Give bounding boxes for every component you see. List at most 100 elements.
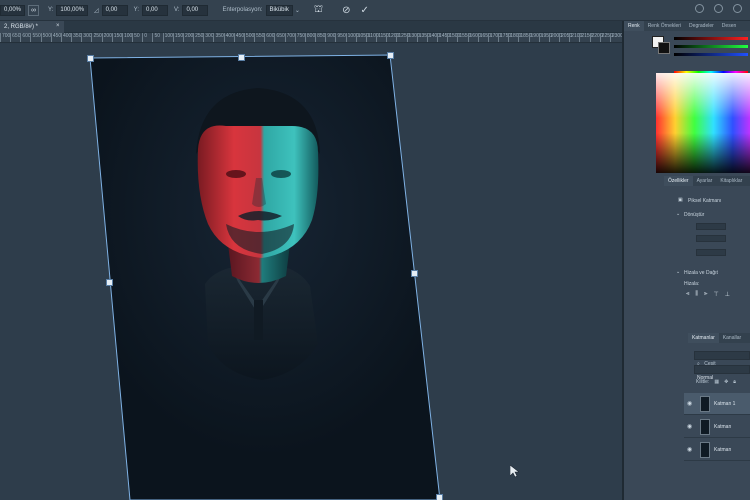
x-field[interactable]: 0,00% [0,4,26,16]
ruler-tick: 600 [264,33,275,42]
layers-tabs: Katmanlar Kanallar [688,333,750,343]
handle-top-right[interactable] [387,52,394,59]
handle-middle-right[interactable] [411,270,418,277]
ruler-tick: 200 [182,33,193,42]
blue-slider[interactable] [674,53,748,56]
color-panel-tabs: Renk Renk Örnekleri Degradeler Desen [624,21,750,31]
lock-label: Kilitle: [696,379,710,385]
ruler-tick: 250 [193,33,203,42]
align-top-icon[interactable]: ⊤ [714,291,719,298]
align-middle-icon[interactable]: ⊥ [725,291,730,298]
lock-all-icon[interactable]: 🔒︎ [733,379,736,385]
ruler-tick: 650 [274,33,285,42]
layer-thumbnail [700,396,710,412]
interpolation-label: Enterpolasyon: [222,7,263,13]
ruler-tick: 50 [152,33,160,42]
document-tab[interactable]: 2, RGB/8#) * [0,21,64,33]
ruler-tick: 500 [40,33,51,42]
background-swatch[interactable] [658,42,670,54]
ruler-tick: 400 [60,33,71,42]
height-field[interactable] [696,235,726,242]
right-panel: Renk Renk Örnekleri Degradeler Desen Öze… [622,21,750,500]
layer-filter[interactable]: ⌕ Çeşit [694,351,750,367]
align-left-icon[interactable]: ⫷ [686,291,689,298]
layer-name[interactable]: Katman 1 [714,401,735,407]
ruler-tick: 900 [325,33,336,42]
ruler-tick: 100 [162,33,173,42]
ruler-tick: 0 [142,33,147,42]
tab-adjustments[interactable]: Ayarlar [693,176,717,186]
window-icons [695,4,742,13]
tab-patterns[interactable]: Desen [718,21,740,31]
blend-mode-select[interactable]: Normal [694,365,750,381]
layer-thumbnail [700,442,710,458]
layer-row[interactable]: ◉ Katman 1 [684,393,750,415]
layer-thumbnail [700,419,710,435]
lock-position-icon[interactable]: ✥ [724,379,728,385]
layer-row[interactable]: ◉ Katman [684,416,750,438]
eye-icon[interactable]: ◉ [687,423,692,430]
ruler-tick: 550 [254,33,264,42]
handle-top-middle[interactable] [238,54,245,61]
search-icon[interactable] [695,4,704,13]
ruler-tick: 300 [203,33,214,42]
commit-check-icon[interactable]: ✓ [360,5,368,16]
chevron-down-icon[interactable]: ⌄ [676,211,680,217]
h-skew-field[interactable]: 0,00 [142,4,169,16]
h-skew-label: Y: [133,7,140,13]
tab-libraries[interactable]: Kitaplıklar [716,176,746,186]
angle-field[interactable]: 0,00 [101,4,128,16]
handle-middle-left[interactable] [106,279,113,286]
ruler-tick: 550 [30,33,41,42]
ruler-tick: 500 [243,33,254,42]
share-icon[interactable] [733,4,742,13]
tab-gradients[interactable]: Degradeler [685,21,718,31]
right-eye [271,170,291,178]
chevron-down-icon[interactable]: ⌄ [676,269,680,275]
red-slider[interactable] [674,37,748,40]
ruler-tick: 750 [294,33,305,42]
x-position-field[interactable] [696,249,726,256]
layer-name[interactable]: Katman [714,447,731,453]
layer-name[interactable]: Katman [714,424,731,430]
tab-swatches[interactable]: Renk Örnekleri [644,21,685,31]
ruler-tick: 600 [20,33,31,42]
handle-bottom-right[interactable] [436,494,443,500]
ruler-tick: 650 [10,33,21,42]
tab-layers[interactable]: Katmanlar [688,333,719,343]
align-distribute-label: Hizala ve Dağıt [684,270,718,276]
ruler-tick: 400 [223,33,234,42]
width-field[interactable] [696,223,726,230]
v-skew-field[interactable]: 0,00 [182,4,209,16]
workspace-icon[interactable] [714,4,723,13]
align-center-icon[interactable]: ⫼ [695,291,698,298]
layer-row[interactable]: ◉ Katman [684,439,750,461]
eye-icon[interactable]: ◉ [687,446,692,453]
horizontal-ruler[interactable]: 700 650 600 550 500 450 400 350 300 250 200 150 100 5… [0,33,622,43]
align-right-icon[interactable]: ⫸ [704,291,707,298]
ruler-tick: 450 [233,33,244,42]
eye-icon[interactable]: ◉ [687,400,692,407]
document-canvas[interactable] [0,44,622,500]
green-slider[interactable] [674,45,748,48]
cancel-icon[interactable]: ⊘ [342,5,350,16]
document-tabs: 2, RGB/8#) * × [0,21,622,33]
ruler-tick: 700 [284,33,295,42]
close-icon[interactable]: × [56,23,60,29]
ruler-tick: 950 [335,33,346,42]
link-icon[interactable]: ∞ [28,4,40,16]
color-spectrum[interactable] [656,73,750,173]
ruler-tick: 150 [111,33,122,42]
tab-color[interactable]: Renk [624,21,644,31]
ruler-tick: 50 [132,33,140,42]
interpolation-select[interactable]: Bikübik [265,4,293,16]
lock-pixels-icon[interactable]: ▦ [714,379,719,385]
tab-channels[interactable]: Kanallar [719,333,745,343]
options-bar: 0,00% ∞ Y: 100,00% ◿ 0,00 Y: 0,00 V: 0,0… [0,0,750,21]
canvas-area[interactable] [0,44,622,500]
handle-top-left[interactable] [87,55,94,62]
portrait-tie [254,300,263,340]
warp-icon[interactable]: ⛫ [314,4,323,17]
tab-properties[interactable]: Özellikler [664,176,693,186]
y-field[interactable]: 100,00% [56,4,89,16]
